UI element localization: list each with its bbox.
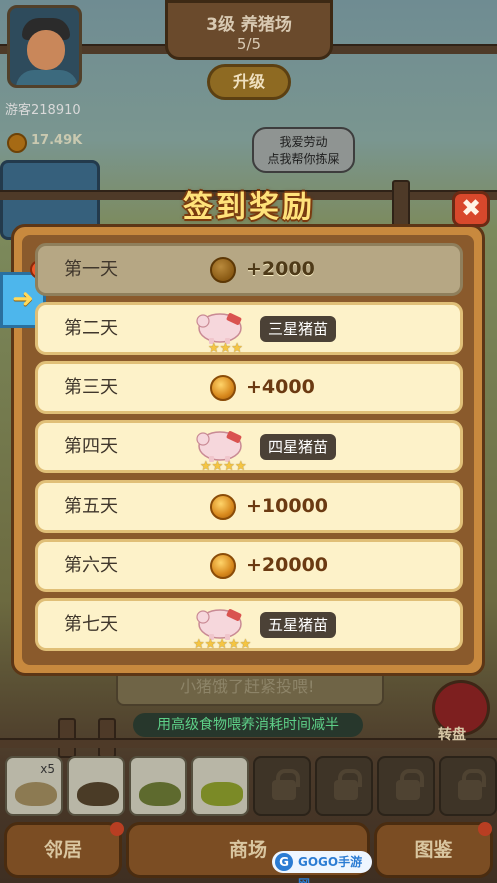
piglet-name-tag: 五星猪苗 [260,612,337,638]
notification-dot [478,822,492,836]
speech-line-1: 我爱劳动 [279,135,328,149]
modal-title: 签到奖励 [183,190,315,225]
close-icon[interactable]: ✖ [452,191,490,227]
lock-icon [334,769,362,800]
star-rating: ★★★ [208,341,243,356]
reward-amount: +4000 [246,376,315,398]
player-name: 游客218910 [5,103,81,118]
day-label: 第二天 [64,318,118,339]
star-rating: ★★★★★ [193,637,252,652]
coin-icon [210,553,236,579]
food-slot-locked[interactable] [253,756,311,816]
lucky-wheel-label: 转盘 [438,727,466,743]
helper-speech-bubble[interactable]: 我爱劳动 点我帮你拣屎 [252,127,355,173]
coin-balance: 17.49K [31,133,83,148]
day-label: 第七天 [64,614,118,635]
day-row[interactable]: 第五天 +10000 [35,480,463,533]
coin-icon [7,133,27,153]
day-row[interactable]: 第七天 ★★★★★ 五星猪苗 [35,598,463,652]
handbook-button[interactable]: 图鉴 [374,822,493,878]
food-slot-3[interactable] [129,756,187,816]
food-slot-4[interactable] [191,756,249,816]
shirt-shape [16,70,78,85]
nut-feed-icon [77,782,119,806]
reward-amount: +20000 [246,554,329,576]
food-slot-locked[interactable] [439,756,497,816]
reward-amount: +10000 [246,495,329,517]
lock-icon [458,769,486,800]
day-label: 第四天 [64,436,118,457]
day-row[interactable]: 第一天 +2000 [35,243,463,296]
food-slot-locked[interactable] [315,756,373,816]
lock-icon [396,769,424,800]
food-slot-bar: x5 [3,756,497,818]
reward-amount: +2000 [246,258,315,280]
food-slot-basic[interactable]: x5 [5,756,63,816]
food-slot-locked[interactable] [377,756,435,816]
farm-progress: 5/5 [236,35,262,53]
day-label: 第五天 [64,496,118,517]
day-row[interactable]: 第三天 +4000 [35,361,463,414]
player-avatar[interactable] [7,5,82,88]
day-label: 第三天 [64,377,118,398]
notification-dot [110,822,124,836]
food-slot-2[interactable] [67,756,125,816]
day-row[interactable]: 第二天 ★★★ 三星猪苗 [35,302,463,356]
piglet-name-tag: 三星猪苗 [260,316,337,342]
corn-feed-icon [201,782,243,806]
farm-sign: 3级 养猪场 5/5 [165,0,333,60]
bean-feed-icon [139,782,181,806]
neighbors-button[interactable]: 邻居 [4,822,122,878]
fence-post [392,180,410,228]
coin-icon [210,257,236,283]
day-label: 第一天 [64,259,118,280]
star-rating: ★★★★ [200,459,247,474]
piglet-name-tag: 四星猪苗 [260,434,337,460]
face-shape [27,30,65,70]
watermark-logo: GOGO手游网 [272,851,372,883]
day-row[interactable]: 第六天 +20000 [35,539,463,592]
food-count: x5 [40,762,55,776]
fence-rail [0,738,497,748]
upgrade-button[interactable]: 升级 [207,64,291,100]
lock-icon [272,769,300,800]
coin-icon [210,494,236,520]
speech-line-2: 点我帮你拣屎 [267,152,340,166]
day-row[interactable]: 第四天 ★★★★ 四星猪苗 [35,420,463,474]
coin-icon [210,375,236,401]
farm-title: 3级 养猪场 [206,15,292,35]
grain-feed-icon [15,782,57,806]
food-tip-banner: 用高级食物喂养消耗时间减半 [133,713,363,737]
day-label: 第六天 [64,555,118,576]
